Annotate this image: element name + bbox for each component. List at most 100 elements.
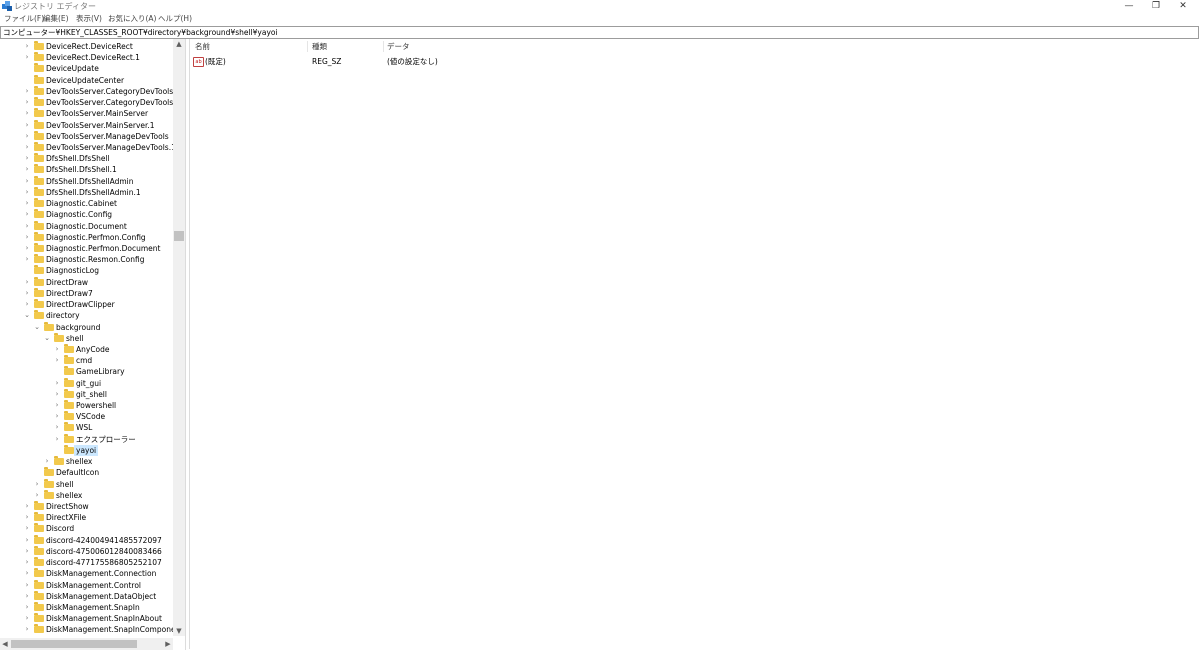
chevron-right-icon[interactable]: › — [23, 501, 31, 512]
minimize-button[interactable]: — — [1116, 0, 1142, 13]
scroll-down-arrow-icon[interactable]: ▼ — [173, 626, 185, 636]
chevron-right-icon[interactable]: › — [53, 434, 61, 445]
tree-node[interactable]: › discord-477175586805252107 — [0, 557, 175, 568]
tree-node[interactable]: ⌄ directory — [0, 310, 175, 321]
tree-node[interactable]: › shellex — [0, 456, 175, 467]
column-header-name[interactable]: 名前 — [195, 41, 210, 52]
tree-node[interactable]: › DirectDraw7 — [0, 287, 175, 299]
tree-node[interactable]: › discord-475006012840083466 — [0, 545, 175, 557]
tree-node[interactable]: › DirectXFile — [0, 512, 175, 523]
chevron-right-icon[interactable]: › — [33, 479, 41, 490]
tree-node[interactable]: › WSL — [0, 422, 175, 433]
chevron-right-icon[interactable]: › — [23, 288, 31, 299]
chevron-right-icon[interactable]: › — [23, 580, 31, 591]
tree-node[interactable]: › Diagnostic.Config — [0, 209, 175, 220]
tree-node[interactable]: › DeviceRect.DeviceRect.1 — [0, 52, 175, 63]
tree-node[interactable]: › DirectShow — [0, 501, 175, 512]
vertical-scroll-thumb[interactable] — [174, 231, 184, 241]
tree-node[interactable]: › Discord — [0, 523, 175, 534]
tree-node[interactable]: › DfsShell.DfsShellAdmin.1 — [0, 186, 175, 198]
tree-node[interactable]: ⌄ background — [0, 321, 175, 333]
tree-node[interactable]: › DfsShell.DfsShell.1 — [0, 164, 175, 175]
tree-node[interactable]: GameLibrary — [0, 366, 175, 377]
menu-file[interactable]: ファイル(F) — [4, 13, 44, 25]
tree-node[interactable]: › Diagnostic.Perfmon.Config — [0, 231, 175, 243]
chevron-right-icon[interactable]: › — [23, 120, 31, 131]
tree-node[interactable]: › Diagnostic.Perfmon.Document — [0, 242, 175, 254]
chevron-right-icon[interactable]: › — [23, 535, 31, 546]
tree-node[interactable]: › DevToolsServer.ManageDevTools.1 — [0, 141, 176, 153]
chevron-right-icon[interactable]: › — [23, 232, 31, 243]
tree-node[interactable]: › DiskManagement.Connection — [0, 568, 175, 579]
tree-node[interactable]: › Diagnostic.Cabinet — [0, 198, 175, 209]
chevron-right-icon[interactable]: › — [43, 456, 51, 467]
tree-node[interactable]: › Diagnostic.Document — [0, 220, 175, 232]
close-button[interactable]: ✕ — [1170, 0, 1196, 13]
tree-node[interactable]: › git_shell — [0, 388, 175, 400]
tree-node[interactable]: › Diagnostic.Resmon.Config — [0, 254, 175, 265]
chevron-right-icon[interactable]: › — [23, 602, 31, 613]
chevron-right-icon[interactable]: › — [23, 512, 31, 523]
chevron-right-icon[interactable]: › — [53, 411, 61, 422]
chevron-right-icon[interactable]: › — [53, 344, 61, 355]
address-bar[interactable]: コンピューター¥HKEY_CLASSES_ROOT¥directory¥back… — [0, 26, 1199, 39]
tree-node[interactable]: DiagnosticLog — [0, 265, 175, 276]
tree-node[interactable]: › DfsShell.DfsShell — [0, 153, 175, 164]
tree-node[interactable]: › DevToolsServer.ManageDevTools — [0, 130, 175, 142]
column-divider[interactable] — [383, 41, 384, 52]
menu-help[interactable]: ヘルプ(H) — [158, 13, 192, 25]
chevron-right-icon[interactable]: › — [23, 613, 31, 624]
chevron-right-icon[interactable]: › — [33, 490, 41, 501]
chevron-right-icon[interactable]: › — [23, 277, 31, 288]
tree-node[interactable]: › DiskManagement.SnapIn — [0, 602, 175, 613]
tree-node[interactable]: › shell — [0, 478, 175, 490]
chevron-right-icon[interactable]: › — [23, 523, 31, 534]
chevron-right-icon[interactable]: › — [53, 400, 61, 411]
tree-node[interactable]: › DirectDrawClipper — [0, 299, 175, 310]
tree-node[interactable]: › DiskManagement.Control — [0, 579, 175, 591]
menu-edit[interactable]: 編集(E) — [43, 13, 69, 25]
tree-node[interactable]: › DevToolsServer.MainServer.1 — [0, 119, 175, 131]
chevron-right-icon[interactable]: › — [23, 52, 31, 63]
scroll-left-arrow-icon[interactable]: ◀ — [0, 638, 10, 650]
chevron-right-icon[interactable]: › — [53, 422, 61, 433]
column-header-type[interactable]: 種類 — [312, 41, 327, 52]
tree-node[interactable]: › DiskManagement.SnapInComponent — [0, 624, 183, 635]
chevron-down-icon[interactable]: ⌄ — [33, 322, 41, 333]
chevron-right-icon[interactable]: › — [53, 378, 61, 389]
chevron-right-icon[interactable]: › — [23, 254, 31, 265]
tree-node[interactable]: › shellex — [0, 489, 175, 501]
chevron-right-icon[interactable]: › — [23, 164, 31, 175]
tree-node[interactable]: › DiskManagement.SnapInAbout — [0, 613, 175, 624]
chevron-right-icon[interactable]: › — [23, 131, 31, 142]
chevron-right-icon[interactable]: › — [23, 221, 31, 232]
chevron-right-icon[interactable]: › — [23, 299, 31, 310]
chevron-right-icon[interactable]: › — [23, 198, 31, 209]
menu-view[interactable]: 表示(V) — [76, 13, 102, 25]
tree-node[interactable]: › エクスプローラー — [0, 433, 175, 445]
tree-node[interactable]: yayoi — [0, 444, 175, 456]
tree-node[interactable]: › DirectDraw — [0, 276, 175, 288]
chevron-right-icon[interactable]: › — [53, 389, 61, 400]
column-divider[interactable] — [307, 41, 308, 52]
tree-node[interactable]: › AnyCode — [0, 343, 175, 355]
chevron-right-icon[interactable]: › — [23, 546, 31, 557]
tree-node[interactable]: › discord-424004941485572097 — [0, 534, 175, 546]
tree-node[interactable]: ⌄ shell — [0, 332, 175, 344]
column-header-data[interactable]: データ — [387, 41, 410, 52]
chevron-right-icon[interactable]: › — [23, 176, 31, 187]
chevron-right-icon[interactable]: › — [23, 624, 31, 635]
tree-node[interactable]: › DevToolsServer.CategoryDevTools — [0, 85, 175, 97]
chevron-right-icon[interactable]: › — [23, 591, 31, 602]
menu-favorites[interactable]: お気に入り(A) — [108, 13, 156, 25]
tree-node[interactable]: DeviceUpdateCenter — [0, 74, 175, 86]
address-path[interactable]: コンピューター¥HKEY_CLASSES_ROOT¥directory¥back… — [3, 27, 278, 38]
tree-node[interactable]: › VSCode — [0, 411, 175, 422]
tree-node[interactable]: › DfsShell.DfsShellAdmin — [0, 175, 175, 187]
chevron-right-icon[interactable]: › — [23, 557, 31, 568]
tree-horizontal-scrollbar[interactable]: ◀ ▶ — [0, 638, 173, 650]
scroll-up-arrow-icon[interactable]: ▲ — [173, 39, 185, 49]
chevron-right-icon[interactable]: › — [23, 153, 31, 164]
tree-node[interactable]: › DiskManagement.DataObject — [0, 590, 175, 602]
tree-node[interactable]: › Powershell — [0, 400, 175, 411]
